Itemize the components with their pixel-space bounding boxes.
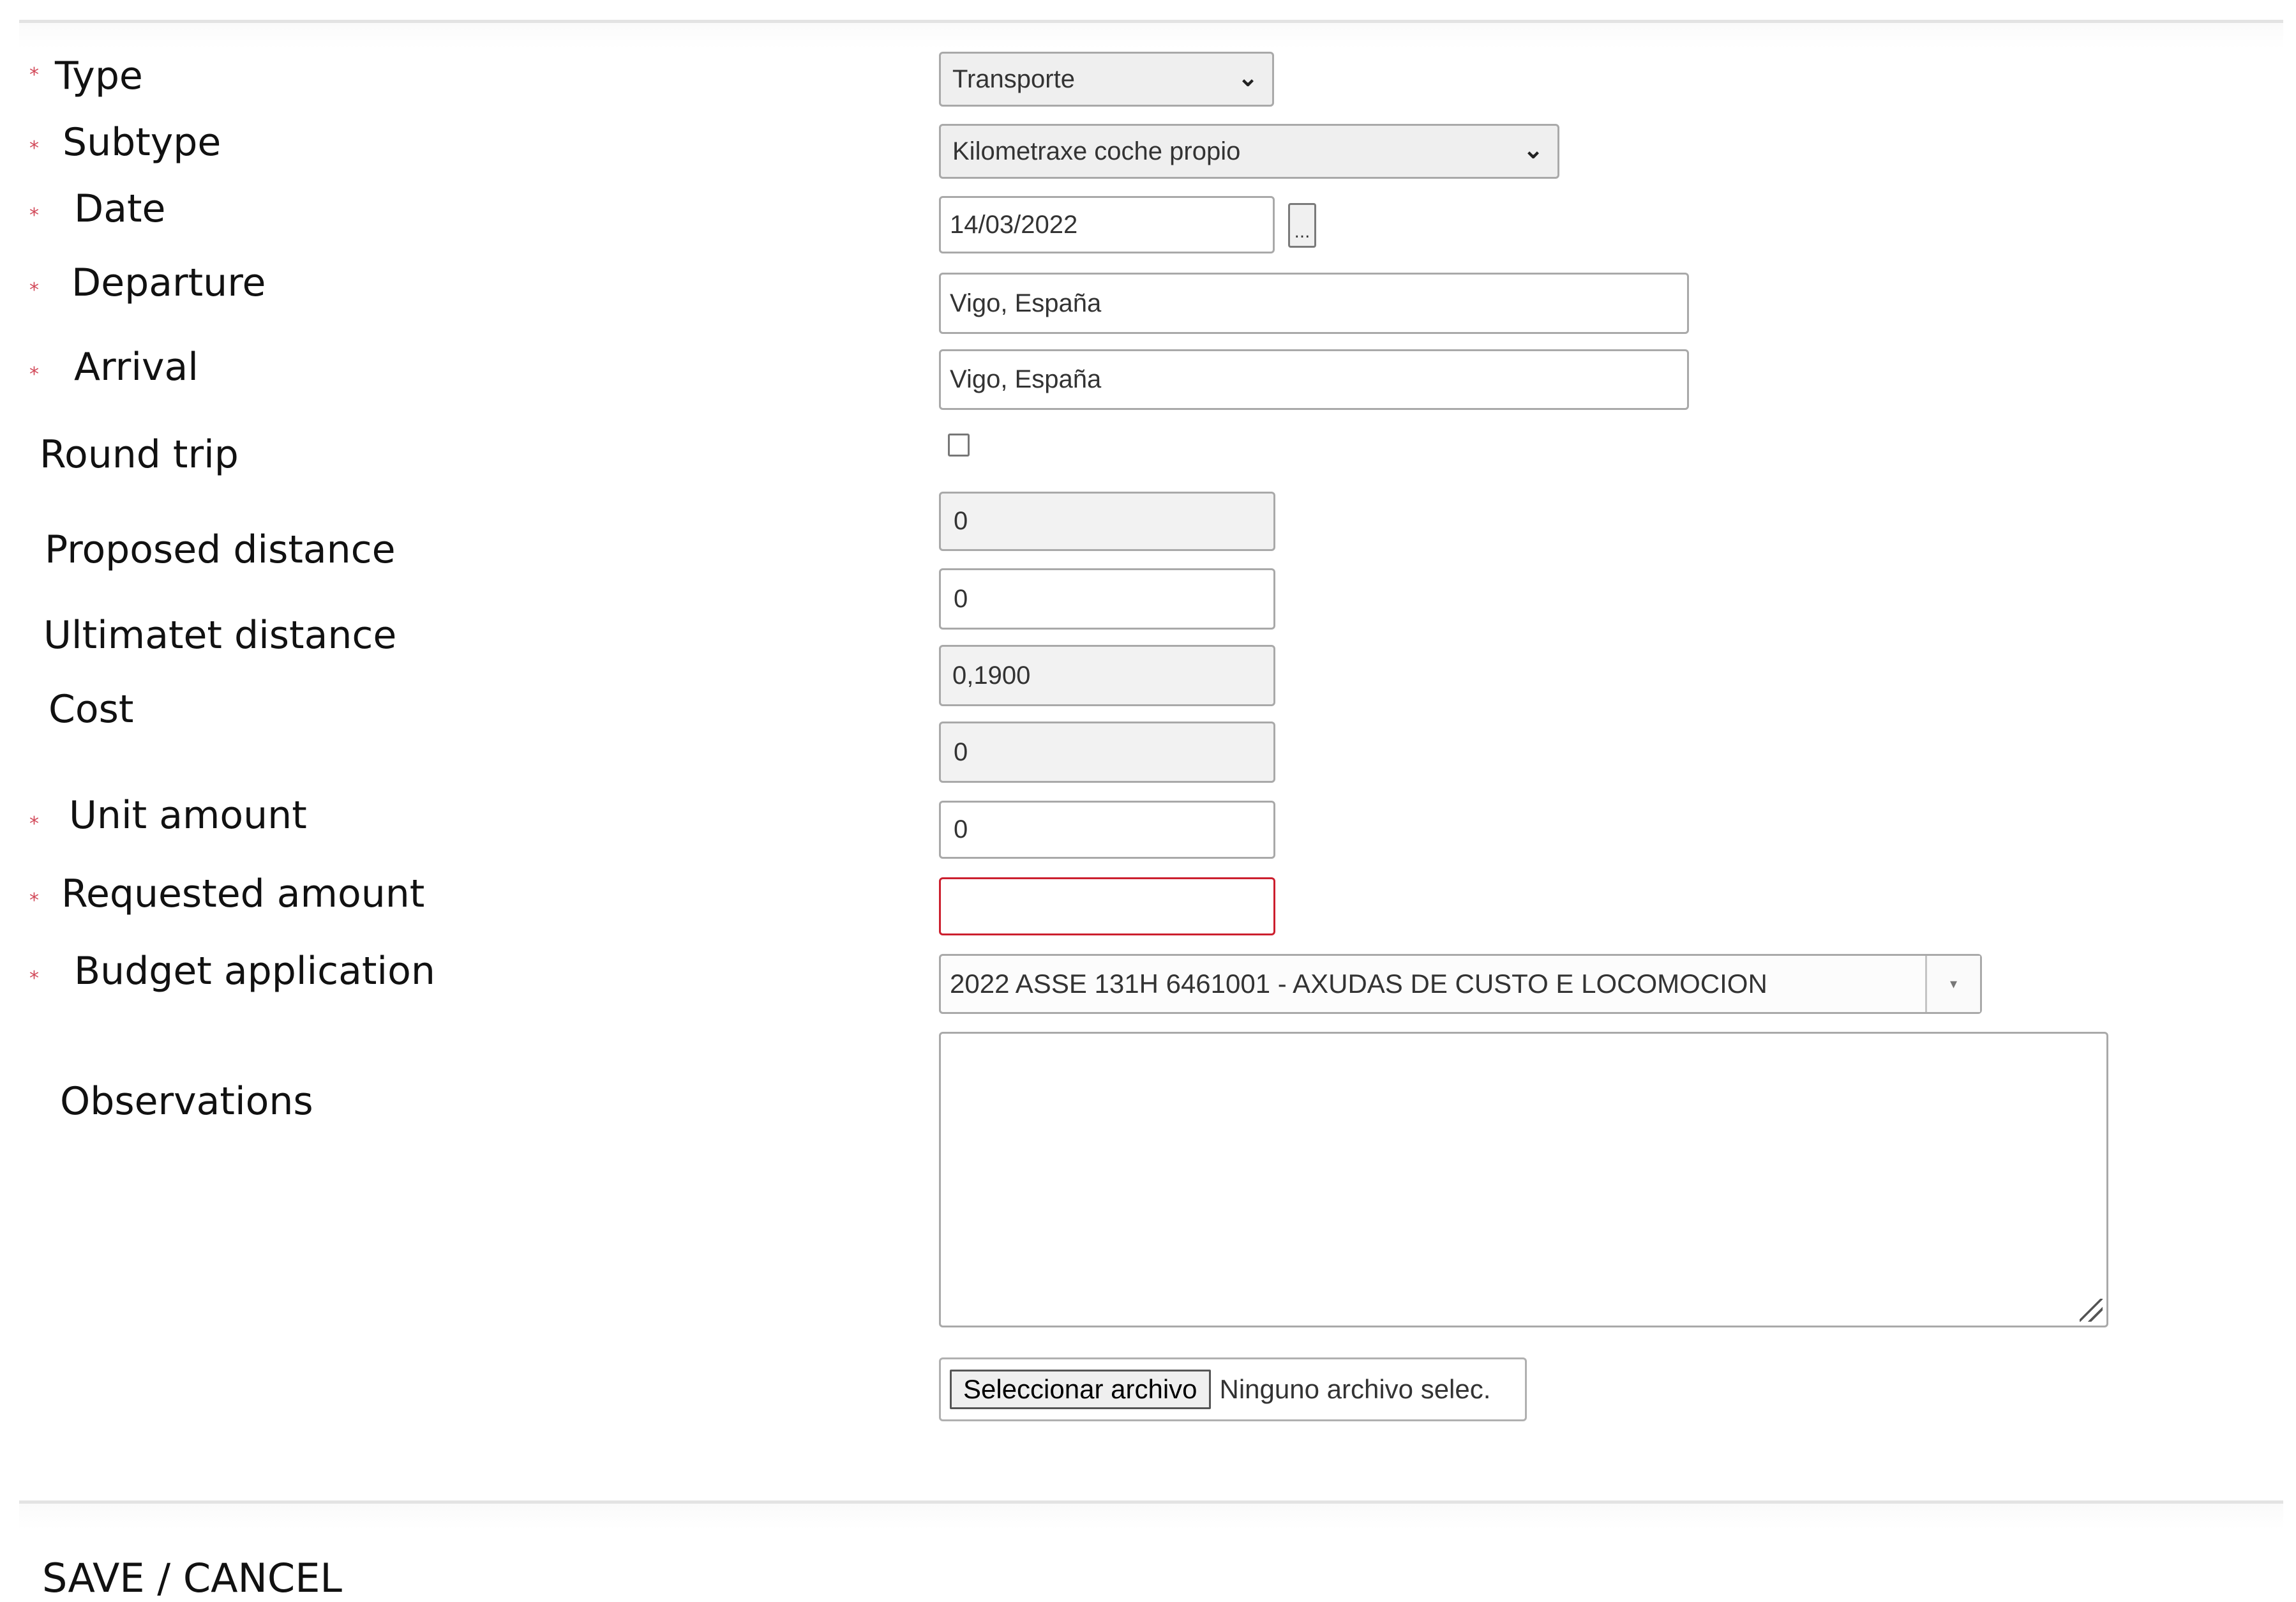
date-label: Date [74,186,166,231]
subtype-label: Subtype [63,120,221,165]
departure-input[interactable]: Vigo, España [939,273,1689,334]
dropdown-arrow-icon[interactable]: ▾ [1925,956,1980,1012]
observations-label: Observations [60,1079,313,1124]
proposed-distance-value: 0 [954,507,968,535]
unit-amount-label: Unit amount [69,793,307,838]
resize-grip-icon[interactable] [2080,1299,2103,1322]
arrival-input-value: Vigo, España [950,365,1102,393]
type-select[interactable]: Transporte ⌄ [939,52,1274,107]
proposed-distance-label: Proposed distance [45,527,396,572]
ultimate-distance-value: 0 [954,584,968,613]
file-input[interactable]: Seleccionar archivo Ninguno archivo sele… [939,1357,1527,1421]
unit-amount-input[interactable]: 0 [939,801,1275,859]
observations-textarea[interactable] [939,1032,2108,1327]
required-marker: * [29,204,39,227]
subtype-select[interactable]: Kilometraxe coche propio ⌄ [939,124,1559,179]
chevron-down-icon: ⌄ [1238,64,1258,92]
top-divider [19,20,2283,49]
required-marker: * [29,813,39,835]
round-trip-checkbox[interactable] [948,434,970,457]
ultimate-distance-label: Ultimatet distance [43,613,397,658]
budget-application-combobox[interactable]: 2022 ASSE 131H 6461001 - AXUDAS DE CUSTO… [939,954,1982,1014]
arrival-input[interactable]: Vigo, España [939,349,1689,410]
date-input-value: 14/03/2022 [950,210,1078,239]
computed-total-value: 0 [954,737,968,766]
chevron-down-icon: ⌄ [1523,137,1543,164]
required-marker: * [29,967,39,990]
arrival-label: Arrival [74,345,199,389]
required-marker: * [29,279,39,301]
save-cancel-label[interactable]: SAVE / CANCEL [42,1555,342,1602]
round-trip-label: Round trip [40,432,239,477]
subtype-select-value: Kilometraxe coche propio [952,137,1241,165]
departure-label: Departure [71,261,266,305]
ellipsis-icon: ... [1294,223,1310,242]
type-label: Type [55,54,143,98]
required-marker: * [29,889,39,912]
requested-amount-label: Requested amount [61,872,425,916]
select-file-button[interactable]: Seleccionar archivo [950,1370,1211,1409]
bottom-divider [19,1500,2283,1529]
required-marker: * [29,363,39,386]
computed-total-field: 0 [939,722,1275,783]
requested-amount-input[interactable] [939,877,1275,935]
unit-amount-value: 0 [954,815,968,843]
proposed-distance-field: 0 [939,492,1275,551]
cost-label: Cost [49,687,134,732]
date-input[interactable]: 14/03/2022 [939,196,1275,253]
cost-value: 0,1900 [952,661,1031,690]
budget-application-value: 2022 ASSE 131H 6461001 - AXUDAS DE CUSTO… [950,969,1767,999]
required-marker: * [29,64,39,86]
file-status-text: Ninguno archivo selec. [1219,1374,1491,1404]
type-select-value: Transporte [952,64,1075,93]
ultimate-distance-input[interactable]: 0 [939,568,1275,630]
departure-input-value: Vigo, España [950,289,1102,317]
required-marker: * [29,137,39,160]
cost-field: 0,1900 [939,645,1275,706]
budget-application-label: Budget application [74,949,435,994]
date-picker-button[interactable]: ... [1288,203,1316,248]
